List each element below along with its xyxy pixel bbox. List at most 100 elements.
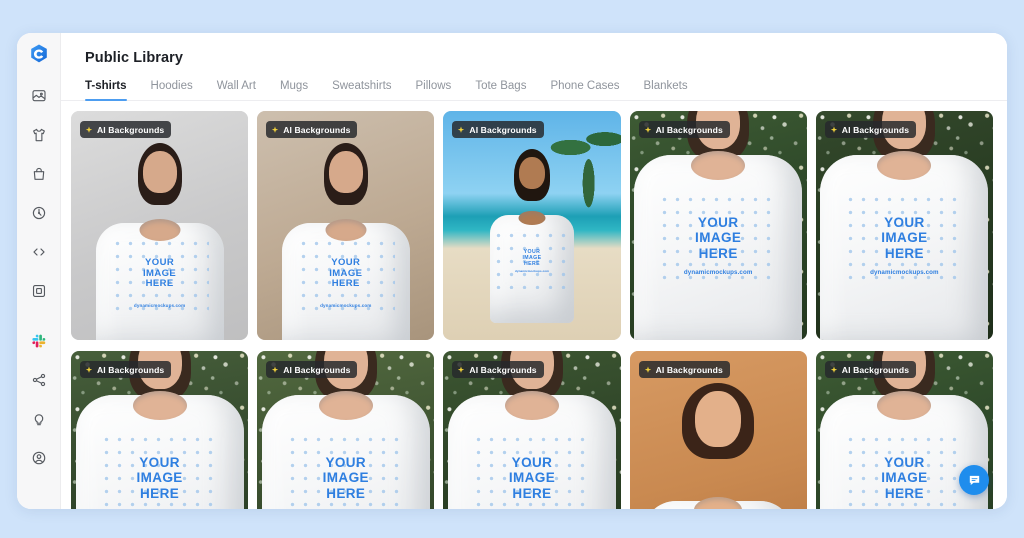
sidebar-item-mockups[interactable] (24, 81, 54, 111)
design-placeholder-text: YOUR IMAGE HERE (136, 455, 182, 500)
sparkle-icon (85, 366, 93, 373)
model-head (142, 151, 177, 193)
design-placeholder-line: HERE (331, 278, 360, 290)
design-placeholder-line: YOUR (884, 455, 925, 471)
design-placeholder-line: IMAGE (881, 470, 928, 486)
mockup-card[interactable]: YOURIMAGEHEREdynamicmockups.comAI Backgr… (71, 351, 249, 509)
model-head (518, 157, 545, 189)
tshirt-collar (694, 497, 743, 509)
ai-backgrounds-badge[interactable]: AI Backgrounds (638, 361, 730, 378)
left-sidebar (17, 33, 61, 509)
watermark-text: dynamicmockups.com (133, 303, 186, 308)
ai-backgrounds-badge[interactable]: AI Backgrounds (266, 121, 358, 138)
design-placeholder-line: IMAGE (508, 470, 556, 486)
mockup-card[interactable]: YOURIMAGEHEREdynamicmockups.comAI Backgr… (629, 111, 807, 340)
sidebar-item-slack[interactable] (24, 326, 54, 356)
sidebar-item-share[interactable] (24, 365, 54, 395)
tab-phone-cases[interactable]: Phone Cases (538, 80, 631, 101)
design-placeholder-line: HERE (512, 485, 552, 501)
design-placeholder-line: HERE (326, 485, 366, 501)
sidebar-item-smart-objects[interactable] (24, 198, 54, 228)
tab-blankets[interactable]: Blankets (632, 80, 700, 101)
tab-pillows[interactable]: Pillows (404, 80, 464, 101)
user-circle-icon (32, 451, 45, 465)
ai-backgrounds-badge-label: AI Backgrounds (655, 124, 723, 135)
sidebar-item-integrations[interactable] (24, 276, 54, 306)
dynamic-mockups-cube-logo-icon (30, 44, 47, 63)
design-placeholder: YOUR IMAGE HERE (471, 433, 592, 509)
tab-mugs[interactable]: Mugs (268, 80, 320, 101)
sidebar-item-accessories[interactable] (24, 159, 54, 189)
model-head (328, 151, 363, 193)
sparkle-icon (830, 366, 837, 373)
mockup-card[interactable]: YOURIMAGEHERE dynamicmockups.com AI Backgr… (443, 111, 621, 340)
ai-backgrounds-badge[interactable]: AI Backgrounds (452, 121, 544, 138)
design-placeholder: YOUR IMAGE HERE (491, 229, 572, 289)
ai-backgrounds-badge-label: AI Backgrounds (841, 364, 910, 375)
design-placeholder-line: HERE (523, 260, 540, 267)
mockup-card[interactable]: AI Backgrounds (629, 351, 807, 509)
design-placeholder-text: YOUR IMAGE HERE (323, 455, 369, 500)
ai-backgrounds-badge-label: AI Backgrounds (97, 124, 165, 135)
image-stack-icon (31, 90, 46, 102)
design-placeholder-line: IMAGE (881, 230, 928, 246)
tshirt-collar (132, 391, 187, 420)
ai-backgrounds-badge-label: AI Backgrounds (469, 364, 537, 375)
mockup-card[interactable]: YOUR IMAGE HERE AI Backgrounds (443, 351, 621, 509)
tab-wall-art[interactable]: Wall Art (205, 80, 268, 101)
design-placeholder-line: YOUR (139, 455, 180, 471)
tab-t-shirts[interactable]: T-shirts (85, 80, 139, 101)
design-placeholder: YOUR IMAGE HERE (844, 433, 965, 509)
design-placeholder-line: HERE (884, 245, 924, 261)
lightbulb-icon (34, 414, 43, 426)
ai-backgrounds-badge[interactable]: AI Backgrounds (266, 361, 358, 378)
sidebar-item-apparel[interactable] (24, 120, 54, 150)
design-placeholder-line: YOUR (325, 455, 367, 471)
ai-backgrounds-badge[interactable]: AI Backgrounds (80, 121, 172, 138)
design-placeholder-line: IMAGE (136, 470, 183, 486)
design-placeholder-text: YOUR IMAGE HERE (522, 249, 541, 267)
mockup-card[interactable]: YOURIMAGEHEREdynamicmockups.comAI Backgr… (257, 111, 435, 340)
tshirt-icon (32, 128, 45, 142)
ai-backgrounds-badge[interactable]: AI Backgrounds (80, 361, 172, 378)
watermark-text: dynamicmockups.com (514, 269, 550, 273)
design-placeholder-text: YOUR IMAGE HERE (881, 455, 927, 500)
app-window: Public Library T-shirts Hoodies Wall Art… (17, 33, 1007, 509)
brand-logo[interactable] (24, 39, 54, 69)
mockup-card[interactable]: YOURIMAGEHEREdynamicmockups.comAI Backgr… (815, 111, 993, 340)
ai-backgrounds-badge-label: AI Backgrounds (97, 364, 165, 375)
sparkle-icon (458, 126, 465, 133)
watermark-text: dynamicmockups.com (870, 269, 939, 276)
ai-backgrounds-badge-label: AI Backgrounds (469, 124, 537, 135)
design-placeholder-line: YOUR (697, 215, 739, 231)
tab-sweatshirts[interactable]: Sweatshirts (320, 80, 403, 101)
tshirt-collar (504, 391, 559, 420)
design-placeholder-text: YOUR IMAGE HERE (695, 215, 741, 260)
mockup-card[interactable]: YOUR IMAGE HERE AI Backgrounds (257, 351, 435, 509)
chat-widget-button[interactable] (959, 465, 989, 495)
mockup-model (443, 111, 620, 340)
mockup-card[interactable]: YOURIMAGEHEREdynamicmockups.comAI Backgr… (71, 111, 249, 340)
ai-backgrounds-badge[interactable]: AI Backgrounds (824, 121, 917, 138)
tab-tote-bags[interactable]: Tote Bags (463, 80, 538, 101)
ai-backgrounds-badge[interactable]: AI Backgrounds (452, 361, 544, 378)
ai-backgrounds-badge-label: AI Backgrounds (283, 124, 351, 135)
sidebar-item-account[interactable] (24, 443, 54, 473)
sparkle-icon (644, 366, 651, 373)
design-placeholder-text: YOUR IMAGE HERE (329, 257, 362, 290)
sparkle-icon (272, 126, 279, 133)
ai-backgrounds-badge[interactable]: AI Backgrounds (824, 361, 917, 378)
design-placeholder-line: YOUR (511, 455, 553, 471)
mockup-gallery[interactable]: YOUR IMAGE HERE dynamicmockups.com AI Backgr… (61, 101, 1007, 509)
sidebar-item-api[interactable] (24, 237, 54, 267)
ai-backgrounds-badge[interactable]: AI Backgrounds (638, 121, 730, 138)
design-placeholder: YOUR IMAGE HERE (285, 433, 406, 509)
sidebar-item-feedback[interactable] (24, 404, 54, 434)
sparkle-icon (85, 126, 93, 133)
bag-icon (33, 167, 44, 180)
design-placeholder: YOUR IMAGE HERE (99, 433, 220, 509)
slack-icon (31, 334, 45, 348)
tab-hoodies[interactable]: Hoodies (139, 80, 205, 101)
tshirt-collar (691, 151, 746, 180)
target-pin-icon (32, 206, 45, 220)
